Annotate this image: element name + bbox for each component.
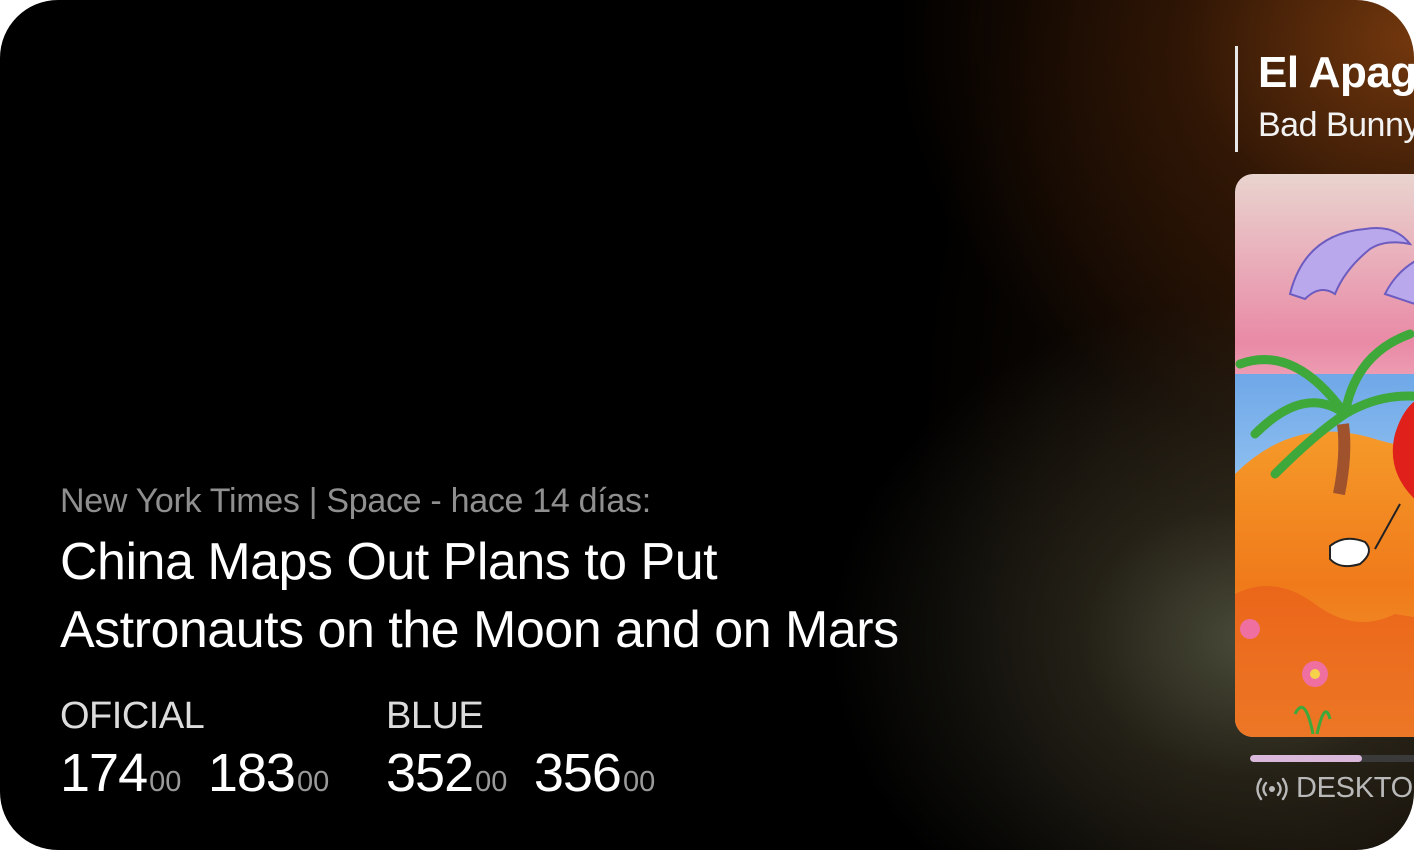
rate-integer: 352: [386, 743, 474, 803]
rate-integer: 183: [207, 743, 296, 803]
rate-integer: 174: [60, 743, 148, 803]
album-art[interactable]: [1235, 174, 1414, 737]
news-headline[interactable]: China Maps Out Plans to Put Astronauts o…: [60, 528, 960, 664]
news-source: New York Times | Space - hace 14 días:: [60, 482, 651, 520]
rate-decimal: 00: [622, 766, 656, 798]
rate-group-blue: BLUE 35200 35600: [386, 694, 677, 804]
rate-decimal: 00: [296, 766, 330, 798]
playback-progress-fill: [1250, 755, 1362, 762]
rate-decimal: 00: [475, 766, 508, 798]
dashboard-screen: New York Times | Space - hace 14 días: C…: [0, 0, 1414, 850]
rate-sell-oficial: 18300: [208, 742, 329, 804]
track-artist: Bad Bunny: [1258, 106, 1414, 144]
rate-label-oficial: OFICIAL: [60, 695, 205, 737]
playback-device-label: DESKTOP: [1296, 772, 1414, 804]
rate-integer: 356: [533, 743, 622, 803]
rate-label-blue: BLUE: [386, 695, 484, 737]
rate-sell-blue: 35600: [534, 742, 655, 804]
rate-values-blue: 35200 35600: [386, 742, 677, 804]
rate-values-oficial: 17400 18300: [60, 742, 351, 804]
playback-device[interactable]: DESKTOP: [1256, 772, 1414, 805]
broadcast-icon: [1256, 777, 1288, 800]
now-playing-divider: [1235, 46, 1238, 152]
track-title: El Apagón: [1258, 48, 1414, 97]
rate-buy-blue: 35200: [386, 742, 507, 804]
rate-group-oficial: OFICIAL 17400 18300: [60, 694, 351, 804]
playback-progress-bar[interactable]: [1250, 755, 1414, 762]
rate-buy-oficial: 17400: [60, 742, 181, 804]
rate-decimal: 00: [149, 766, 182, 798]
album-art-illustration: [1235, 174, 1414, 737]
